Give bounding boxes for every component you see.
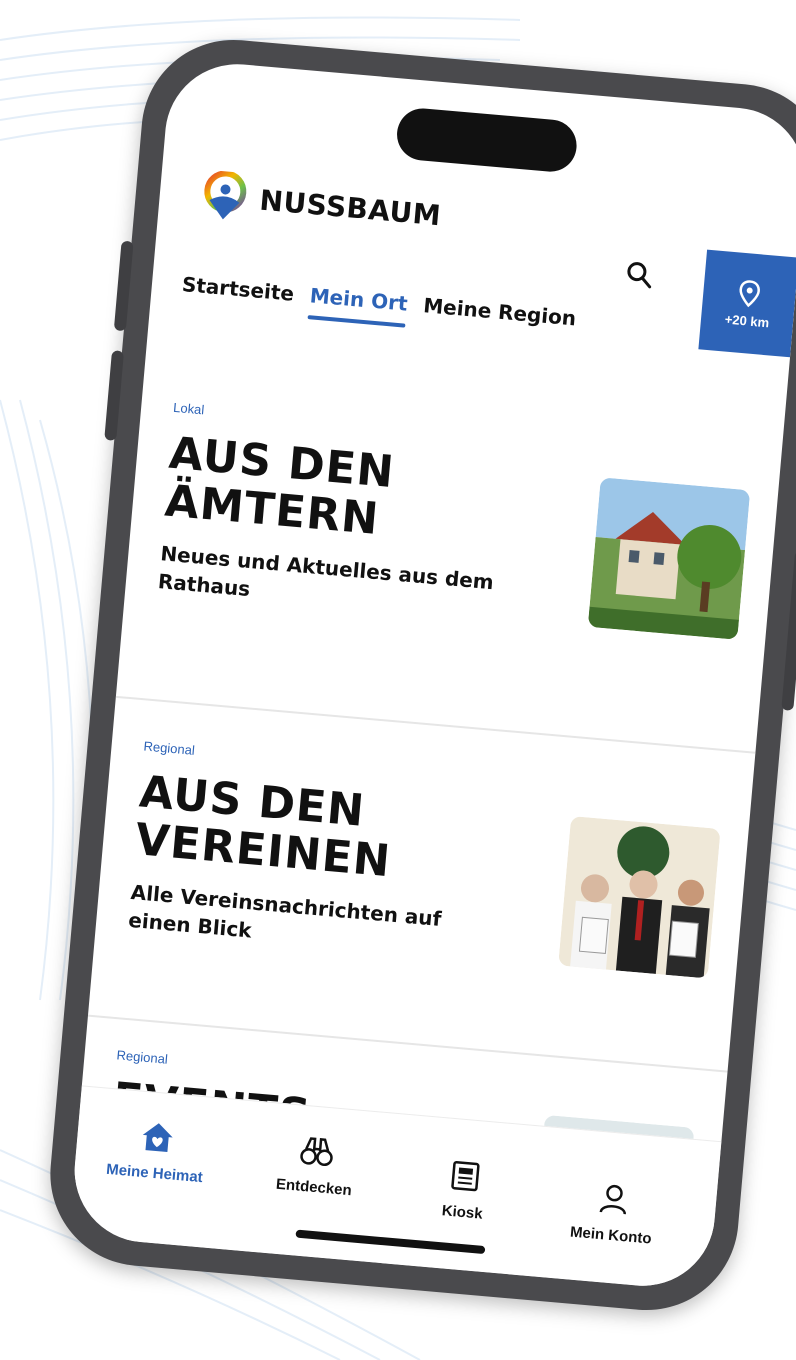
top-tabs: Startseite Mein Ort Meine Region (180, 272, 577, 340)
card-title: AUS DEN VEREINEN (133, 766, 393, 888)
nav-label: Entdecken (275, 1175, 353, 1200)
search-icon[interactable] (623, 259, 656, 292)
binoculars-icon (300, 1137, 333, 1167)
card-thumbnail-townhall (587, 477, 751, 640)
card-subtitle: Alle Vereinsnachrichten auf einen Blick (127, 879, 443, 943)
location-pin-icon (739, 279, 760, 307)
location-radius-button[interactable]: +20 km (698, 249, 796, 358)
home-indicator (295, 1229, 486, 1255)
app-logo[interactable]: NUSSBAUM (200, 170, 443, 241)
radius-label: +20 km (724, 311, 770, 330)
home-heart-icon (142, 1123, 173, 1153)
tab-meine-region[interactable]: Meine Region (422, 293, 577, 340)
location-pin-logo-icon (204, 170, 247, 220)
nav-kiosk[interactable]: Kiosk (392, 1154, 537, 1227)
tab-mein-ort[interactable]: Mein Ort (308, 283, 409, 325)
card-category: Regional (116, 1047, 169, 1067)
nav-label: Mein Konto (569, 1223, 653, 1248)
nav-label: Meine Heimat (105, 1160, 204, 1187)
card-category: Regional (143, 738, 196, 758)
newspaper-icon (451, 1161, 480, 1192)
phone-mockup: NUSSBAUM +20 km Startseite Mein Ort Mein… (42, 32, 796, 1318)
card-title: AUS DEN ÄMTERN (162, 427, 397, 545)
news-card[interactable]: Lokal AUS DEN ÄMTERN Neues und Aktuelles… (118, 357, 785, 732)
nav-mein-konto[interactable]: Mein Konto (540, 1177, 685, 1250)
brand-name: NUSSBAUM (258, 183, 443, 232)
card-category: Lokal (172, 399, 205, 418)
user-icon (599, 1184, 626, 1215)
nav-label: Kiosk (441, 1202, 484, 1223)
app-screen: NUSSBAUM +20 km Startseite Mein Ort Mein… (68, 58, 796, 1292)
dynamic-island (394, 106, 579, 174)
card-subtitle: Neues und Aktuelles aus dem Rathaus (157, 541, 495, 602)
news-card[interactable]: Regional AUS DEN VEREINEN Alle Vereinsna… (89, 706, 755, 1061)
nav-meine-heimat[interactable]: Meine Heimat (84, 1115, 229, 1188)
nav-entdecken[interactable]: Entdecken (243, 1129, 388, 1202)
card-thumbnail-club (558, 815, 721, 979)
tab-startseite[interactable]: Startseite (180, 272, 295, 316)
